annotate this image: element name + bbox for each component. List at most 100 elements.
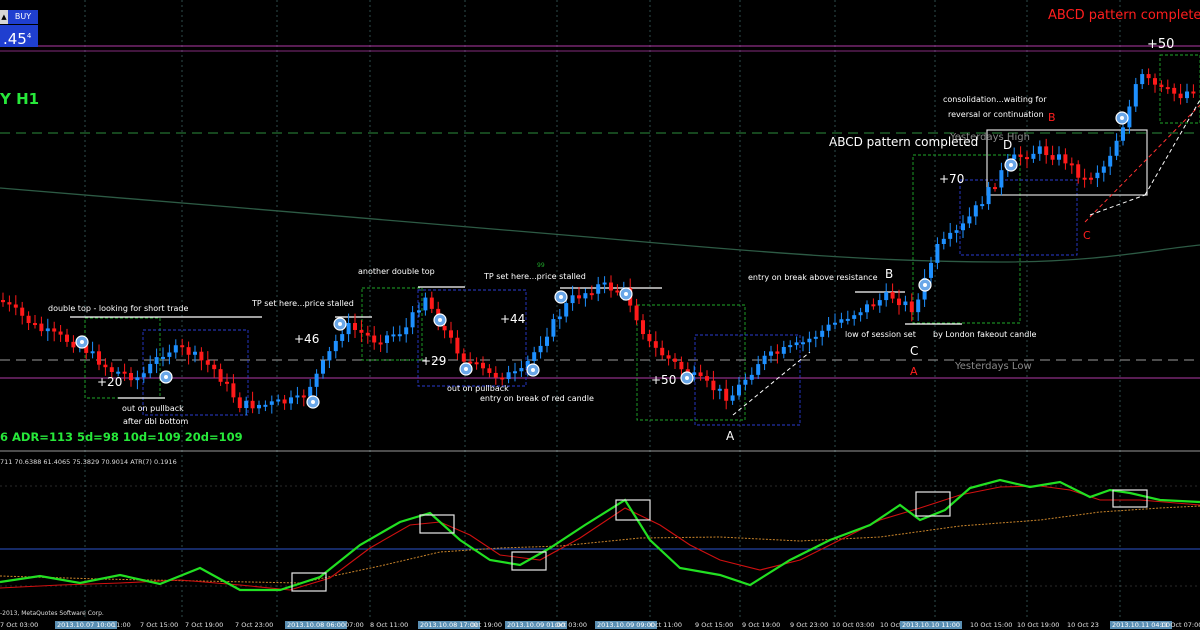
time-axis-tick: 7 Oct 19:00 [185,621,224,629]
buy-price[interactable]: .454 [0,25,38,48]
candle-body [1178,93,1183,99]
profit-plus46: +46 [294,332,320,346]
candle-body [449,330,453,338]
candle-body [730,395,735,401]
candle-body [116,371,121,374]
profit-plus44: +44 [500,312,526,326]
candle-body [769,351,773,356]
candle-body [1153,78,1157,85]
candle-body [538,345,543,353]
candle-body [839,319,844,323]
candle-body [481,362,485,369]
candle-body [941,238,946,244]
profit-plus50-mid: +50 [651,373,677,387]
abcd-completed-mid: ABCD pattern completed [829,135,979,149]
candle-body [250,400,255,409]
candle-body [833,322,837,325]
candle-body [692,372,697,375]
candle-body [218,369,223,382]
candle-body [1172,87,1177,94]
double-top-note: double top - looking for short trade [48,304,189,313]
candle-body [455,337,460,354]
candle-body [641,320,645,335]
out-on-pullback-left-2: after dbl bottom [123,417,189,426]
candle-body [1031,153,1036,159]
time-axis-tick: 11 Oct 07:00 [1160,621,1200,629]
candle-body [410,312,415,328]
time-axis-tick: 2013.10.09 09:00 [595,621,658,629]
time-axis-tick: 7 Oct 15:00 [140,621,179,629]
candle-body [263,404,268,407]
candle-body [826,324,831,331]
candle-body [532,352,537,361]
candle-body [372,335,377,343]
candle-body [1159,84,1164,88]
trade-marker-icon [526,363,540,377]
candle-body [897,298,901,306]
candle-body [711,380,716,391]
candle-body [314,373,319,387]
adr-readout: 6 ADR=113 5d=98 10d=109 20d=109 [0,430,243,444]
out-on-pullback-left-1: out on pullback [122,404,184,413]
candle-body [724,388,729,401]
candle-body [20,307,25,316]
candle-body [564,303,569,317]
candle-body [365,332,370,336]
candle-body [673,358,677,362]
candle-body [1069,163,1074,166]
time-axis-tick: 8 Oct 11:00 [370,621,409,629]
candle-body [39,323,44,332]
trade-marker-icon [433,313,447,327]
candle-body [186,347,191,355]
candle-body [359,329,364,333]
candle-body [45,328,50,332]
candle-body [52,328,57,332]
time-axis: 7 Oct 03:00 2013.10.07 10:00 11:00 7 Oct 15… [0,619,1200,630]
candle-body [929,262,933,278]
candle-body [244,400,249,409]
candle-body [852,315,857,319]
one-click-trade-panel: ▲ BUY .454 [0,10,38,48]
marker-lines [70,286,962,399]
candle-body [378,342,383,345]
candle-body [295,395,300,398]
candle-body [973,205,978,217]
candle-body [570,295,575,304]
point-c-red: C [1083,229,1091,242]
candle-body [340,334,345,341]
candle-body [500,377,505,380]
candle-body [65,334,69,342]
candle-body [583,293,588,299]
candle-body [698,372,703,377]
time-axis-tick: Oct 03:00 [555,621,588,629]
candle-body [916,299,921,313]
buy-button[interactable]: BUY [8,10,38,24]
candle-body [660,347,665,356]
time-axis-tick: 7 Oct 03:00 [0,621,39,629]
profit-plus50-top: +50 [1147,37,1175,52]
candle-body [513,371,517,374]
candle-body [890,292,895,299]
candle-body [109,367,114,373]
candle-body [756,364,761,375]
time-axis-tick: 9 Oct 19:00 [742,621,781,629]
candle-body [257,404,261,409]
candle-body [33,323,37,326]
collapse-arrow-icon[interactable]: ▲ [0,10,8,24]
candle-body [237,397,242,409]
point-a-white: A [726,429,735,443]
candle-body [1133,84,1138,107]
candle-body [385,335,389,344]
candle-body [474,362,479,365]
candle-body [845,318,850,321]
vertical-gridlines [84,0,1121,619]
candle-body [212,364,217,370]
candle-body [615,290,620,293]
candle-body [269,401,274,405]
candle-body [122,371,127,374]
candle-body [666,355,671,359]
low-of-session-note: low of session set [845,330,916,339]
point-d: D [1003,138,1013,152]
candle-body [289,397,293,404]
tp-stalled-note-right: TP set here...price stalled [484,272,586,281]
